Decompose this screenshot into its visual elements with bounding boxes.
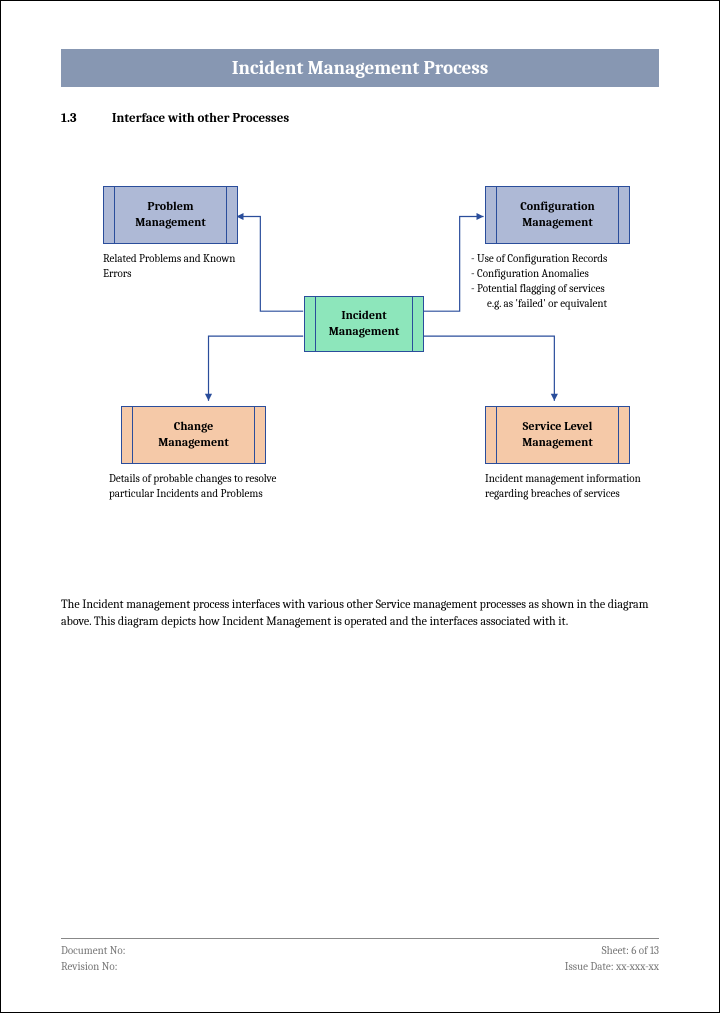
footer-issue: Issue Date: xx-xxx-xx (565, 959, 659, 974)
section-title: Interface with other Processes (112, 111, 289, 126)
footer-doc-no: Document No: (61, 943, 126, 958)
caption-change: Details of probable changes to resolve p… (109, 472, 289, 502)
caption-servicelevel: Incident management information regardin… (485, 472, 645, 502)
box-label: ChangeManagement (158, 419, 229, 450)
box-label: IncidentManagement (329, 308, 400, 339)
page-title: Incident Management Process (61, 49, 659, 87)
config-bullet: Configuration Anomalies (469, 267, 659, 282)
body-paragraph: The Incident management process interfac… (61, 596, 659, 630)
config-bullet-indent: e.g. as 'failed' or equivalent (469, 297, 659, 312)
section-heading: 1.3 Interface with other Processes (61, 111, 659, 126)
box-label: ProblemManagement (135, 199, 206, 230)
box-problem-management: ProblemManagement (103, 186, 238, 244)
page-footer: Document No: Revision No: Sheet: 6 of 13… (61, 938, 659, 974)
box-configuration-management: ConfigurationManagement (485, 186, 630, 244)
process-diagram: ProblemManagement Related Problems and K… (61, 156, 659, 586)
caption-configuration: Use of Configuration Records Configurati… (469, 252, 659, 311)
box-incident-management: IncidentManagement (304, 296, 424, 352)
box-change-management: ChangeManagement (121, 406, 266, 464)
caption-problem: Related Problems and Known Errors (103, 252, 263, 282)
footer-left: Document No: Revision No: (61, 943, 126, 974)
page: Incident Management Process 1.3 Interfac… (1, 1, 719, 1012)
box-label: Service LevelManagement (522, 419, 593, 450)
footer-sheet: Sheet: 6 of 13 (565, 943, 659, 958)
config-bullet: Potential flagging of services (469, 282, 659, 297)
footer-rev-no: Revision No: (61, 959, 126, 974)
footer-right: Sheet: 6 of 13 Issue Date: xx-xxx-xx (565, 943, 659, 974)
section-number: 1.3 (61, 111, 109, 126)
box-service-level-management: Service LevelManagement (485, 406, 630, 464)
box-label: ConfigurationManagement (520, 199, 595, 230)
config-bullet: Use of Configuration Records (469, 252, 659, 267)
